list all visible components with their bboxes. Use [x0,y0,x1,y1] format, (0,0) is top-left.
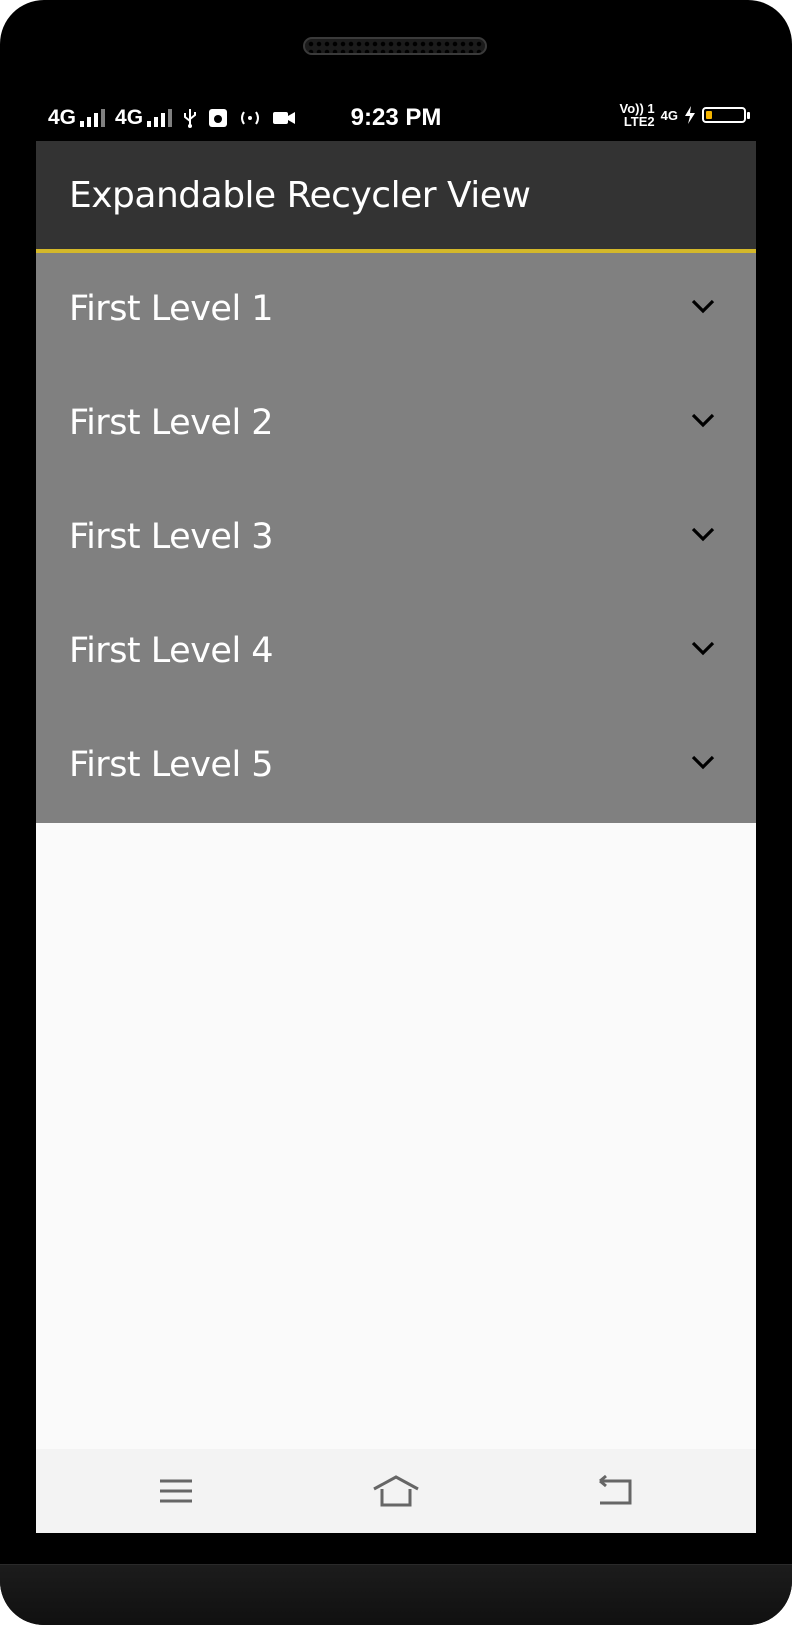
back-icon[interactable] [596,1473,636,1509]
list-item-label: First Level 5 [69,745,274,785]
menu-icon[interactable] [156,1473,196,1509]
battery-icon [702,107,750,123]
data-network-label: 4G [660,107,678,123]
chevron-down-icon[interactable] [690,411,716,429]
page-title: Expandable Recycler View [69,175,531,216]
chevron-down-icon[interactable] [690,753,716,771]
app-screen: Expandable Recycler View First Level 1 F… [36,141,756,1533]
lte2-label: LTE2 [623,114,655,129]
navigation-bar [36,1449,756,1533]
chevron-down-icon[interactable] [690,297,716,315]
phone-frame: 4G 4G 9:23 PM Vo)) 1 LTE2 4G Expandable … [0,0,792,1625]
list-item[interactable]: First Level 5 [36,709,756,823]
home-icon[interactable] [372,1473,420,1509]
chevron-down-icon[interactable] [690,639,716,657]
list-item[interactable]: First Level 1 [36,253,756,367]
list-item[interactable]: First Level 4 [36,595,756,709]
chevron-down-icon[interactable] [690,525,716,543]
phone-chin [0,1564,792,1625]
list-item-label: First Level 2 [69,403,274,443]
list-item[interactable]: First Level 3 [36,481,756,595]
status-bar: 4G 4G 9:23 PM Vo)) 1 LTE2 4G [36,98,756,138]
charging-icon [685,106,695,124]
list-item-label: First Level 4 [69,631,274,671]
list-item-label: First Level 1 [69,289,274,329]
list-item-label: First Level 3 [69,517,274,557]
status-right: Vo)) 1 LTE2 4G [620,102,750,129]
app-bar: Expandable Recycler View [36,141,756,253]
expandable-list: First Level 1 First Level 2 First Level … [36,253,756,823]
earpiece-speaker [303,37,487,55]
list-item[interactable]: First Level 2 [36,367,756,481]
